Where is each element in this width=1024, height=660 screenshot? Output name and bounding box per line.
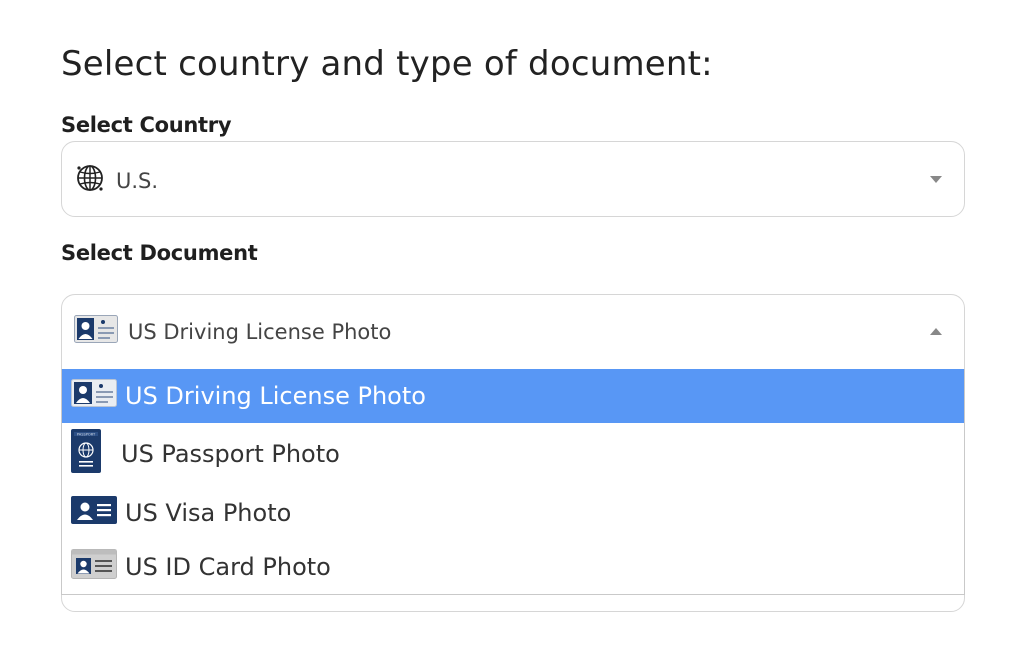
driving-license-icon	[74, 315, 118, 348]
option-label: US Passport Photo	[121, 440, 340, 468]
country-select-value: U.S.	[74, 162, 158, 199]
country-label: Select Country	[61, 113, 232, 137]
chevron-down-icon[interactable]	[930, 176, 942, 183]
passport-icon: PASSPORT	[71, 429, 101, 479]
option-us-visa-photo[interactable]: US Visa Photo	[62, 487, 964, 539]
svg-text:PASSPORT: PASSPORT	[77, 432, 96, 436]
option-label: US ID Card Photo	[125, 553, 331, 581]
visa-card-icon	[71, 496, 117, 530]
document-select-value: US Driving License Photo	[74, 315, 391, 348]
option-us-driving-license-photo[interactable]: US Driving License Photo	[62, 369, 964, 423]
id-card-icon	[71, 549, 117, 585]
option-us-id-card-photo[interactable]: US ID Card Photo	[62, 541, 964, 593]
globe-icon	[74, 162, 106, 199]
page: Select country and type of document: Sel…	[0, 0, 1024, 660]
driving-license-icon	[71, 379, 117, 413]
option-us-passport-photo[interactable]: PASSPORT US Passport Photo	[62, 425, 964, 483]
chevron-up-icon[interactable]	[930, 328, 942, 335]
country-select-text: U.S.	[116, 168, 159, 193]
document-label: Select Document	[61, 241, 258, 265]
country-select[interactable]: U.S.	[61, 141, 965, 217]
option-label: US Driving License Photo	[125, 382, 426, 410]
page-title: Select country and type of document:	[61, 44, 713, 84]
document-select-text: US Driving License Photo	[128, 319, 392, 344]
option-label: US Visa Photo	[125, 499, 292, 527]
document-dropdown-list: US Driving License Photo PASSPORT US Pas…	[61, 369, 965, 595]
